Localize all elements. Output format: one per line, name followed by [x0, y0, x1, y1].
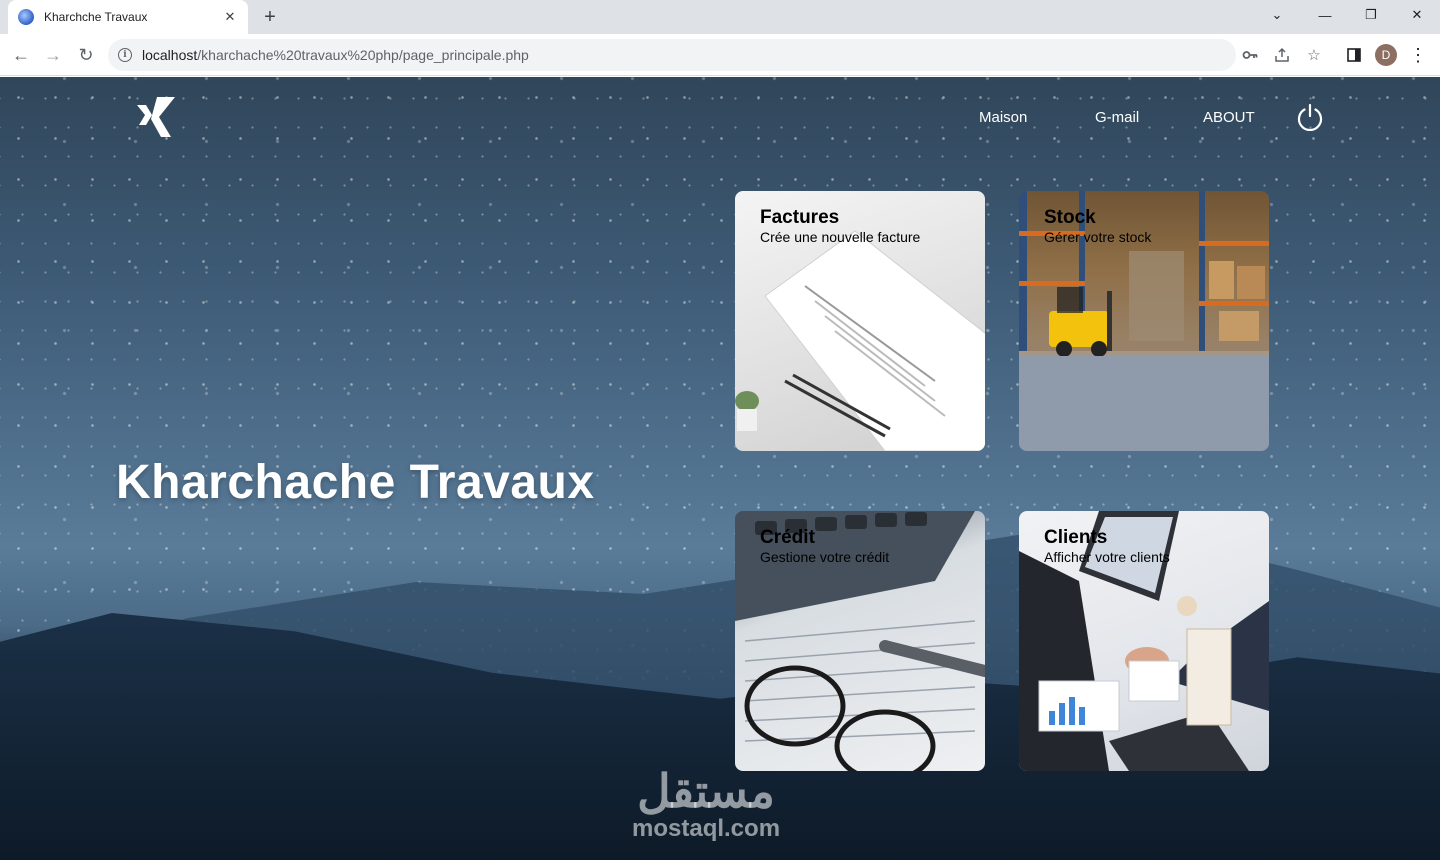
- share-icon[interactable]: [1273, 46, 1291, 64]
- url-text: localhost/kharchache%20travaux%20php/pag…: [142, 47, 529, 63]
- key-icon[interactable]: [1241, 46, 1259, 64]
- card-subtitle: Gestione votre crédit: [760, 549, 890, 565]
- close-window-button[interactable]: ✕: [1394, 0, 1440, 30]
- site-logo-icon[interactable]: [135, 95, 177, 139]
- browser-menu-icon[interactable]: ⋮: [1409, 45, 1427, 65]
- card-title: Stock: [1044, 207, 1096, 228]
- site-favicon-icon: [18, 9, 34, 25]
- reload-button[interactable]: ↻: [73, 42, 99, 68]
- card-credit[interactable]: Crédit Gestione votre crédit: [735, 511, 985, 771]
- card-factures[interactable]: Factures Crée une nouvelle facture: [735, 191, 985, 451]
- nav-link-gmail[interactable]: G-mail: [1095, 109, 1139, 126]
- card-stock[interactable]: Stock Gérer votre stock: [1019, 191, 1269, 451]
- site-info-icon[interactable]: i: [118, 48, 132, 62]
- hero-title: Kharchache Travaux: [116, 456, 595, 509]
- profile-avatar[interactable]: D: [1375, 44, 1397, 66]
- address-bar[interactable]: i localhost/kharchache%20travaux%20php/p…: [108, 39, 1236, 71]
- browser-tab-strip: Kharchche Travaux ✕ + ⌄ — ❐ ✕: [0, 0, 1440, 34]
- browser-tab[interactable]: Kharchche Travaux ✕: [8, 0, 248, 34]
- restore-button[interactable]: ❐: [1348, 0, 1394, 30]
- card-subtitle: Gérer votre stock: [1044, 229, 1152, 245]
- browser-toolbar: ← → ↻ i localhost/kharchache%20travaux%2…: [0, 34, 1440, 76]
- watermark: مستقل mostaql.com: [632, 767, 780, 843]
- card-title: Crédit: [760, 527, 815, 548]
- forward-button[interactable]: →: [40, 42, 66, 68]
- bookmark-star-icon[interactable]: ☆: [1305, 46, 1323, 64]
- minimize-button[interactable]: —: [1302, 0, 1348, 30]
- back-button[interactable]: ←: [8, 42, 34, 68]
- card-title: Clients: [1044, 527, 1108, 548]
- power-logout-icon[interactable]: [1296, 103, 1324, 132]
- side-panel-icon[interactable]: [1345, 46, 1363, 64]
- nav-link-about[interactable]: ABOUT: [1203, 109, 1255, 126]
- new-tab-button[interactable]: +: [258, 6, 282, 28]
- card-subtitle: Crée une nouvelle facture: [760, 229, 921, 245]
- card-subtitle: Afficher votre clients: [1044, 549, 1170, 565]
- watermark-arabic: مستقل: [637, 765, 775, 817]
- card-clients[interactable]: Clients Afficher votre clients: [1019, 511, 1269, 771]
- nav-link-maison[interactable]: Maison: [979, 109, 1027, 126]
- tab-search-icon[interactable]: ⌄: [1254, 0, 1300, 30]
- tab-title: Kharchche Travaux: [44, 10, 148, 24]
- page-background: Maison G-mail ABOUT Kharchache Travaux F…: [0, 77, 1440, 860]
- tab-close-icon[interactable]: ✕: [222, 9, 238, 25]
- card-title: Factures: [760, 207, 840, 228]
- watermark-url: mostaql.com: [632, 815, 781, 842]
